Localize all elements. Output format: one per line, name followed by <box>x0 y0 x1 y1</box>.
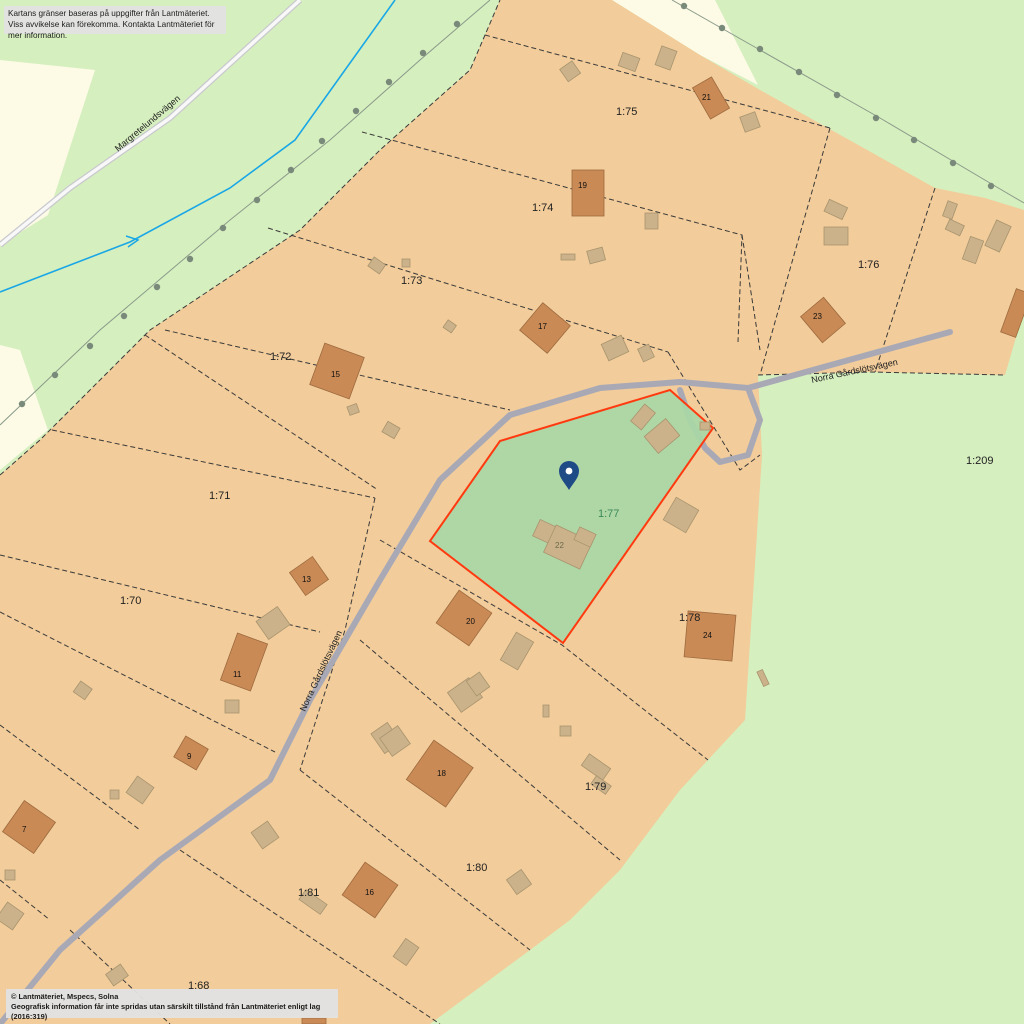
map-notice: Kartans gränser baseras på uppgifter frå… <box>4 6 226 40</box>
house-number: 23 <box>813 312 822 321</box>
parcel-label: 1:76 <box>858 259 879 271</box>
house-number: 19 <box>578 181 587 190</box>
selected-parcel-label: 1:77 <box>598 508 619 520</box>
parcel-label: 1:75 <box>616 106 637 118</box>
map-canvas[interactable]: Margretelundsvägen Norra Gårdslötsvägen … <box>0 0 1024 1024</box>
copyright-notice: © Lantmäteriet, Mspecs, Solna Geografisk… <box>6 989 338 1021</box>
house-number: 7 <box>22 825 27 834</box>
parcel-label: 1:70 <box>120 595 141 607</box>
house-number: 24 <box>703 631 712 640</box>
parcel-label: 1:79 <box>585 781 606 793</box>
parcel-label: 1:73 <box>401 275 422 287</box>
map-view[interactable]: Margretelundsvägen Norra Gårdslötsvägen … <box>0 0 1024 1024</box>
house-number: 17 <box>538 322 547 331</box>
parcel-label: 1:74 <box>532 202 553 214</box>
house-number: 13 <box>302 575 311 584</box>
house-number: 16 <box>365 888 374 897</box>
house-number: 9 <box>187 752 192 761</box>
notice-line: Kartans gränser baseras på uppgifter frå… <box>8 9 210 18</box>
house-number: 20 <box>466 617 475 626</box>
copyright-line: © Lantmäteriet, Mspecs, Solna <box>11 992 119 1001</box>
house-number: 22 <box>555 541 564 550</box>
parcel-label: 1:78 <box>679 612 700 624</box>
parcel-label: 1:80 <box>466 862 487 874</box>
house-number: 18 <box>437 769 446 778</box>
parcel-label: 1:209 <box>966 455 994 467</box>
house-number: 21 <box>702 93 711 102</box>
parcel-label: 1:71 <box>209 490 230 502</box>
house-number: 11 <box>233 670 242 679</box>
copyright-line: Geografisk information får inte spridas … <box>11 1002 321 1021</box>
house-number: 15 <box>331 370 340 379</box>
parcel-label: 1:72 <box>270 351 291 363</box>
parcel-label: 1:81 <box>298 887 319 899</box>
notice-line: Viss avvikelse kan förekomma. Kontakta L… <box>8 20 215 40</box>
